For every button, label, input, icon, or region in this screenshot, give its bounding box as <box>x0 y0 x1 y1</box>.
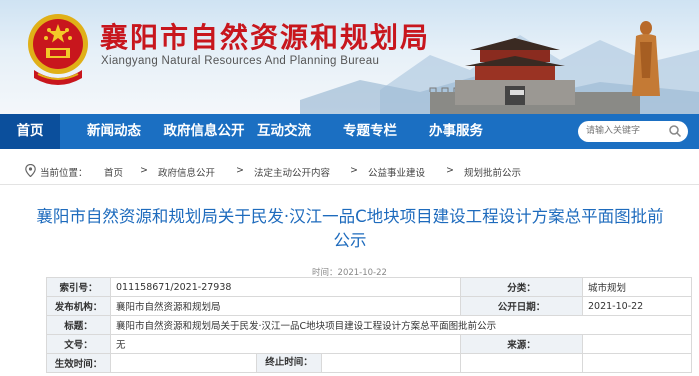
source-value <box>582 334 692 354</box>
breadcrumb-sep: > <box>350 165 358 176</box>
header-banner: 襄阳市自然资源和规划局 Xiangyang Natural Resources … <box>0 0 699 114</box>
search-input[interactable] <box>586 123 666 139</box>
breadcrumb-sep: > <box>236 165 244 176</box>
breadcrumb-sep: > <box>446 165 454 176</box>
search-icon[interactable] <box>668 124 682 138</box>
nav-item-topics[interactable]: 专题专栏 <box>332 114 408 149</box>
breadcrumb-sep: > <box>140 165 148 176</box>
table-row: 标题： 襄阳市自然资源和规划局关于民发·汉江一品C地块项目建设工程设计方案总平面… <box>46 315 692 335</box>
article-title-line1: 襄阳市自然资源和规划局关于民发·汉江一品C地块项目建设工程设计方案总平面图批前 <box>36 207 664 226</box>
category-label: 分类： <box>460 277 583 297</box>
publisher-value: 襄阳市自然资源和规划局 <box>110 296 461 316</box>
statue-figure <box>632 21 660 96</box>
site-title: 襄阳市自然资源和规划局 <box>100 21 431 54</box>
table-row: 文号： 无 来源： <box>46 334 692 354</box>
effective-expire-cell: 终止时间： <box>110 353 461 373</box>
expire-value <box>322 355 327 372</box>
source-label: 来源： <box>460 334 583 354</box>
index-value: 011158671/2021-27938 <box>110 277 461 297</box>
nav-item-interaction[interactable]: 互动交流 <box>246 114 322 149</box>
empty-cell <box>582 353 692 373</box>
info-meta-table: 索引号： 011158671/2021-27938 分类： 城市规划 发布机构：… <box>46 277 692 373</box>
docno-value: 无 <box>110 334 461 354</box>
search-box <box>578 121 688 142</box>
breadcrumb-item-gov-info[interactable]: 政府信息公开 <box>158 165 215 179</box>
docno-label: 文号： <box>46 334 111 354</box>
table-row: 发布机构： 襄阳市自然资源和规划局 公开日期： 2021-10-22 <box>46 296 692 316</box>
breadcrumb-item-planning-notice[interactable]: 规划批前公示 <box>464 165 521 179</box>
breadcrumb-item-home[interactable]: 首页 <box>104 165 123 179</box>
subject-value: 襄阳市自然资源和规划局关于民发·汉江一品C地块项目建设工程设计方案总平面图批前公… <box>110 315 692 335</box>
breadcrumb-item-legal-disclosure[interactable]: 法定主动公开内容 <box>254 165 330 179</box>
article-title-line2: 公示 <box>333 231 367 250</box>
publisher-label: 发布机构： <box>46 296 111 316</box>
breadcrumb-prefix: 当前位置： <box>40 168 88 179</box>
effective-label: 生效时间： <box>46 353 111 373</box>
breadcrumb: 当前位置： 首页 > 政府信息公开 > 法定主动公开内容 > 公益事业建设 > … <box>0 157 699 185</box>
table-row: 生效时间： 终止时间： <box>46 353 692 373</box>
effective-value <box>112 355 257 372</box>
nav-item-gov-info[interactable]: 政府信息公开 <box>156 114 252 149</box>
nav-item-home[interactable]: 首页 <box>0 114 60 149</box>
category-value: 城市规划 <box>582 277 692 297</box>
breadcrumb-item-public-welfare[interactable]: 公益事业建设 <box>368 165 425 179</box>
subject-label: 标题： <box>46 315 111 335</box>
table-row: 索引号： 011158671/2021-27938 分类： 城市规划 <box>46 277 692 297</box>
expire-label: 终止时间： <box>256 354 322 372</box>
date-value: 2021-10-22 <box>582 296 692 316</box>
city-gate-tower <box>455 38 575 105</box>
date-label: 公开日期： <box>460 296 583 316</box>
national-emblem-icon <box>28 14 88 85</box>
site-subtitle: Xiangyang Natural Resources And Planning… <box>101 55 380 67</box>
empty-cell <box>460 353 583 373</box>
location-pin-icon <box>25 164 36 177</box>
nav-item-news[interactable]: 新闻动态 <box>76 114 152 149</box>
article-title: 襄阳市自然资源和规划局关于民发·汉江一品C地块项目建设工程设计方案总平面图批前 … <box>20 205 680 253</box>
nav-item-services[interactable]: 办事服务 <box>418 114 494 149</box>
index-label: 索引号： <box>46 277 111 297</box>
